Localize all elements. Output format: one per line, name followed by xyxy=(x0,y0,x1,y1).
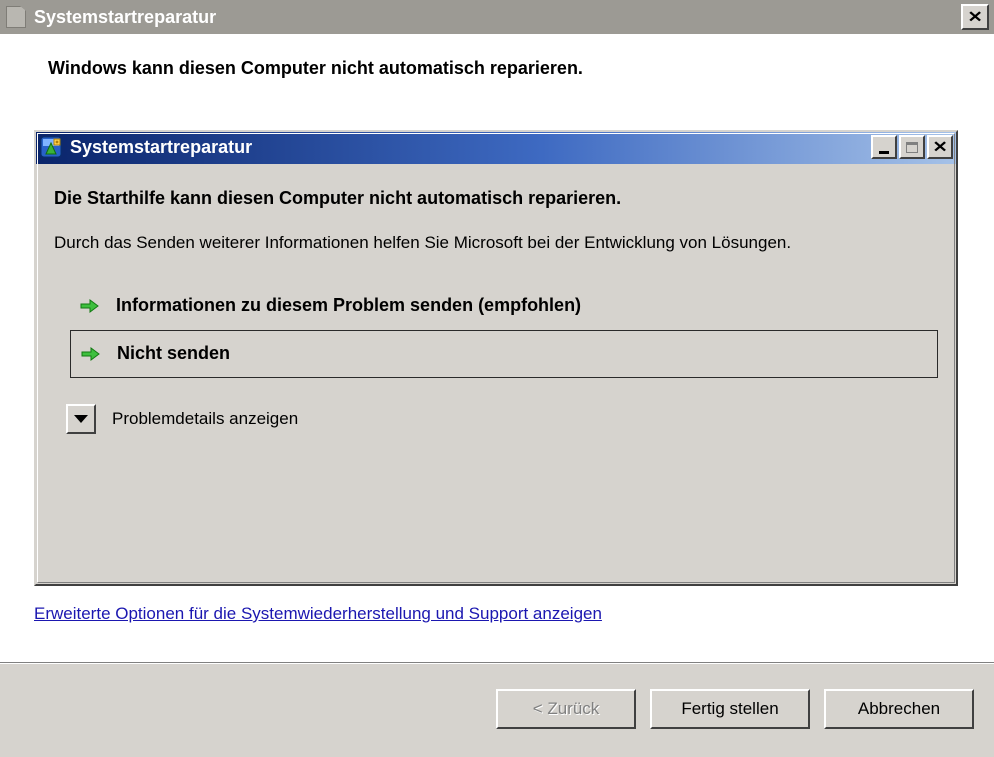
back-button-label: < Zurück xyxy=(533,699,600,719)
outer-close-button[interactable]: ✕ xyxy=(961,4,989,30)
close-icon: ✕ xyxy=(967,9,982,24)
option-label: Informationen zu diesem Problem senden (… xyxy=(116,295,581,316)
inner-description: Durch das Senden weiterer Informationen … xyxy=(54,231,938,256)
finish-button-label: Fertig stellen xyxy=(681,699,778,719)
inner-window-title: Systemstartreparatur xyxy=(70,137,252,158)
inner-window-controls: ✕ xyxy=(871,135,953,159)
wizard-buttons: < Zurück Fertig stellen Abbrechen xyxy=(496,689,974,729)
inner-window: Systemstartreparatur ✕ Die Starthilfe ka… xyxy=(34,130,958,586)
chevron-down-icon xyxy=(74,415,88,423)
cancel-button[interactable]: Abbrechen xyxy=(824,689,974,729)
problem-details-toggle[interactable]: Problemdetails anzeigen xyxy=(54,404,938,434)
advanced-options-link[interactable]: Erweiterte Optionen für die Systemwieder… xyxy=(34,604,602,623)
finish-button[interactable]: Fertig stellen xyxy=(650,689,810,729)
outer-titlebar: Systemstartreparatur ✕ xyxy=(0,0,994,34)
close-icon: ✕ xyxy=(932,139,947,154)
back-button: < Zurück xyxy=(496,689,636,729)
inner-close-button[interactable]: ✕ xyxy=(927,135,953,159)
option-list: Informationen zu diesem Problem senden (… xyxy=(54,282,938,378)
wizard-body: Windows kann diesen Computer nicht autom… xyxy=(0,34,994,662)
advanced-options-link-row: Erweiterte Optionen für die Systemwieder… xyxy=(34,604,602,624)
wizard-footer: < Zurück Fertig stellen Abbrechen xyxy=(0,662,994,757)
minimize-icon xyxy=(879,151,889,154)
footer-separator xyxy=(0,662,994,664)
option-label: Nicht senden xyxy=(117,343,230,364)
expand-button[interactable] xyxy=(66,404,96,434)
arrow-right-icon xyxy=(79,343,101,365)
inner-maximize-button xyxy=(899,135,925,159)
arrow-right-icon xyxy=(78,295,100,317)
inner-heading: Die Starthilfe kann diesen Computer nich… xyxy=(54,188,938,209)
inner-titlebar: Systemstartreparatur ✕ xyxy=(34,130,958,164)
option-dont-send[interactable]: Nicht senden xyxy=(70,330,938,378)
option-send-info[interactable]: Informationen zu diesem Problem senden (… xyxy=(70,282,938,330)
wizard-heading: Windows kann diesen Computer nicht autom… xyxy=(0,34,994,97)
cancel-button-label: Abbrechen xyxy=(858,699,940,719)
inner-content: Die Starthilfe kann diesen Computer nich… xyxy=(34,164,958,446)
problem-details-label: Problemdetails anzeigen xyxy=(112,409,298,429)
app-icon xyxy=(6,6,26,28)
outer-window-title: Systemstartreparatur xyxy=(34,7,216,28)
outer-window: Systemstartreparatur ✕ Windows kann dies… xyxy=(0,0,994,757)
inner-minimize-button[interactable] xyxy=(871,135,897,159)
repair-icon xyxy=(40,136,62,158)
maximize-icon xyxy=(906,142,918,153)
